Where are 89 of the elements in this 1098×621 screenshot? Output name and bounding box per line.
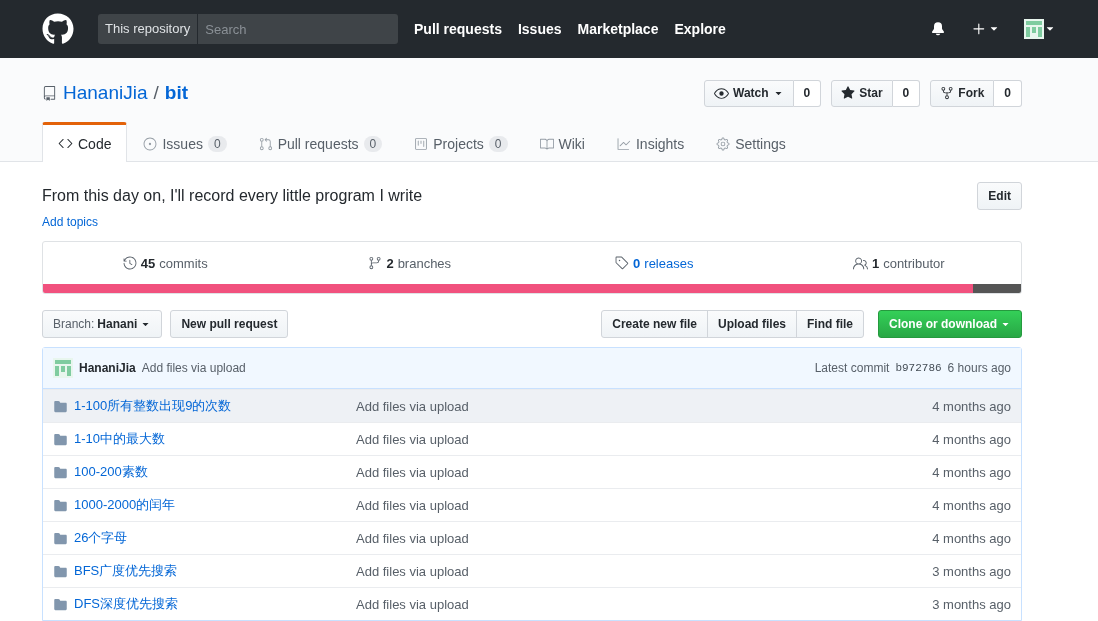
folder-link[interactable]: DFS深度优先搜索 bbox=[74, 595, 178, 613]
book-icon bbox=[539, 136, 554, 151]
code-icon bbox=[58, 136, 73, 151]
commit-message-link[interactable]: Add files via upload bbox=[356, 563, 469, 579]
folder-icon bbox=[53, 530, 68, 546]
add-topics-link[interactable]: Add topics bbox=[42, 215, 99, 229]
folder-icon bbox=[53, 464, 68, 480]
search-input[interactable]: Search bbox=[198, 21, 398, 37]
folder-link[interactable]: 1-10中的最大数 bbox=[74, 430, 166, 448]
repo-link[interactable]: bit bbox=[164, 82, 188, 104]
commit-age: 4 months ago bbox=[931, 431, 1011, 447]
commit-age: 6 hours ago bbox=[947, 361, 1011, 375]
folder-icon bbox=[53, 431, 68, 447]
new-pull-request-button[interactable]: New pull request bbox=[170, 310, 289, 338]
commit-age: 4 months ago bbox=[931, 530, 1011, 546]
folder-icon bbox=[53, 497, 68, 513]
count-link[interactable]: 0 bbox=[994, 79, 1022, 107]
folder-link[interactable]: 1000-2000的闰年 bbox=[74, 496, 176, 514]
folder-link[interactable]: 1-100所有整数出现9的次数 bbox=[74, 397, 232, 415]
pull-request-icon bbox=[258, 136, 273, 151]
branch-select[interactable]: Branch: Hanani bbox=[42, 310, 163, 338]
repo-tab[interactable]: Code bbox=[42, 122, 128, 162]
commit-age: 4 months ago bbox=[931, 497, 1011, 513]
nav-link[interactable]: Marketplace bbox=[577, 21, 659, 37]
tag-icon bbox=[615, 256, 630, 270]
people-icon bbox=[852, 255, 868, 271]
folder-link[interactable]: 100-200素数 bbox=[74, 463, 148, 481]
commit-message-link[interactable]: Add files via upload bbox=[356, 596, 469, 612]
fork-icon bbox=[940, 86, 955, 100]
summary-link[interactable]: 0 releases bbox=[532, 255, 777, 271]
folder-icon bbox=[53, 398, 68, 414]
file-row[interactable]: 1-100所有整数出现9的次数 Add files via upload 4 months ago bbox=[43, 389, 1021, 422]
commit-age: 3 months ago bbox=[931, 563, 1011, 579]
count-link[interactable]: 0 bbox=[892, 79, 921, 107]
commit-age: 4 months ago bbox=[931, 398, 1011, 414]
summary-link[interactable]: 1 contributor bbox=[776, 255, 1021, 271]
folder-icon bbox=[53, 563, 68, 579]
count-link[interactable]: 0 bbox=[793, 79, 822, 107]
nav-link[interactable]: Pull requests bbox=[414, 21, 502, 37]
file-button[interactable]: Create new file bbox=[601, 310, 708, 338]
commit-age: 3 months ago bbox=[931, 596, 1011, 612]
author-link[interactable]: HananiJia bbox=[79, 361, 136, 375]
search-scope: This repository bbox=[98, 14, 199, 44]
repo-tab[interactable]: Wiki bbox=[523, 122, 601, 162]
folder-icon bbox=[53, 596, 68, 612]
commit-message-link[interactable]: Add files via upload bbox=[356, 497, 469, 513]
github-logo-icon[interactable] bbox=[42, 13, 74, 45]
settings-icon bbox=[716, 136, 731, 151]
owner-link[interactable]: HananiJia bbox=[63, 82, 148, 104]
commit-message-link[interactable]: Add files via upload bbox=[356, 431, 469, 447]
repo-tab[interactable]: Issues 0 bbox=[127, 122, 243, 162]
file-button[interactable]: Find file bbox=[796, 310, 864, 338]
fork-button[interactable]: Fork bbox=[930, 79, 995, 107]
issue-icon bbox=[143, 136, 158, 151]
repo-tab[interactable]: Pull requests 0 bbox=[242, 122, 399, 162]
commit-message-link[interactable]: Add files via upload bbox=[356, 530, 469, 546]
commit-message: Add files via upload bbox=[141, 361, 246, 375]
path-separator: / bbox=[153, 82, 159, 104]
folder-link[interactable]: 26个字母 bbox=[74, 529, 128, 547]
nav-link[interactable]: Issues bbox=[517, 21, 562, 37]
search-field[interactable]: This repository Search bbox=[98, 14, 398, 44]
history-icon bbox=[122, 256, 137, 270]
star-icon bbox=[841, 86, 856, 100]
nav-link[interactable]: Explore bbox=[674, 21, 726, 37]
repo-description: From this day on, I'll record every little program I write bbox=[42, 187, 423, 205]
watch-button[interactable]: Watch bbox=[704, 79, 794, 107]
repo-tab[interactable]: Insights bbox=[600, 122, 701, 162]
summary-link[interactable]: 2 branches bbox=[287, 255, 532, 271]
repo-tab[interactable]: Settings bbox=[700, 122, 802, 162]
commit-message-link[interactable]: Add files via upload bbox=[356, 464, 469, 480]
commit-sha-link[interactable]: b972786 bbox=[895, 362, 942, 374]
edit-button[interactable]: Edit bbox=[977, 182, 1022, 210]
counter: 0 bbox=[363, 135, 383, 152]
latest-commit-label: Latest commit bbox=[814, 361, 890, 375]
star-button[interactable]: Star bbox=[831, 79, 893, 107]
file-button[interactable]: Upload files bbox=[707, 310, 797, 338]
commit-age: 4 months ago bbox=[931, 464, 1011, 480]
bell-icon[interactable] bbox=[930, 21, 946, 37]
avatar bbox=[53, 358, 73, 378]
branch-icon bbox=[368, 256, 383, 270]
counter: 0 bbox=[488, 135, 508, 152]
summary-link[interactable]: 45 commits bbox=[43, 255, 288, 271]
project-icon bbox=[414, 136, 429, 151]
eye-icon bbox=[714, 85, 729, 101]
folder-link[interactable]: BFS广度优先搜索 bbox=[74, 562, 178, 580]
counter: 0 bbox=[207, 135, 227, 152]
repo-tab[interactable]: Projects 0 bbox=[398, 122, 524, 162]
repo-icon bbox=[42, 85, 57, 101]
commit-message-link[interactable]: Add files via upload bbox=[356, 398, 469, 414]
